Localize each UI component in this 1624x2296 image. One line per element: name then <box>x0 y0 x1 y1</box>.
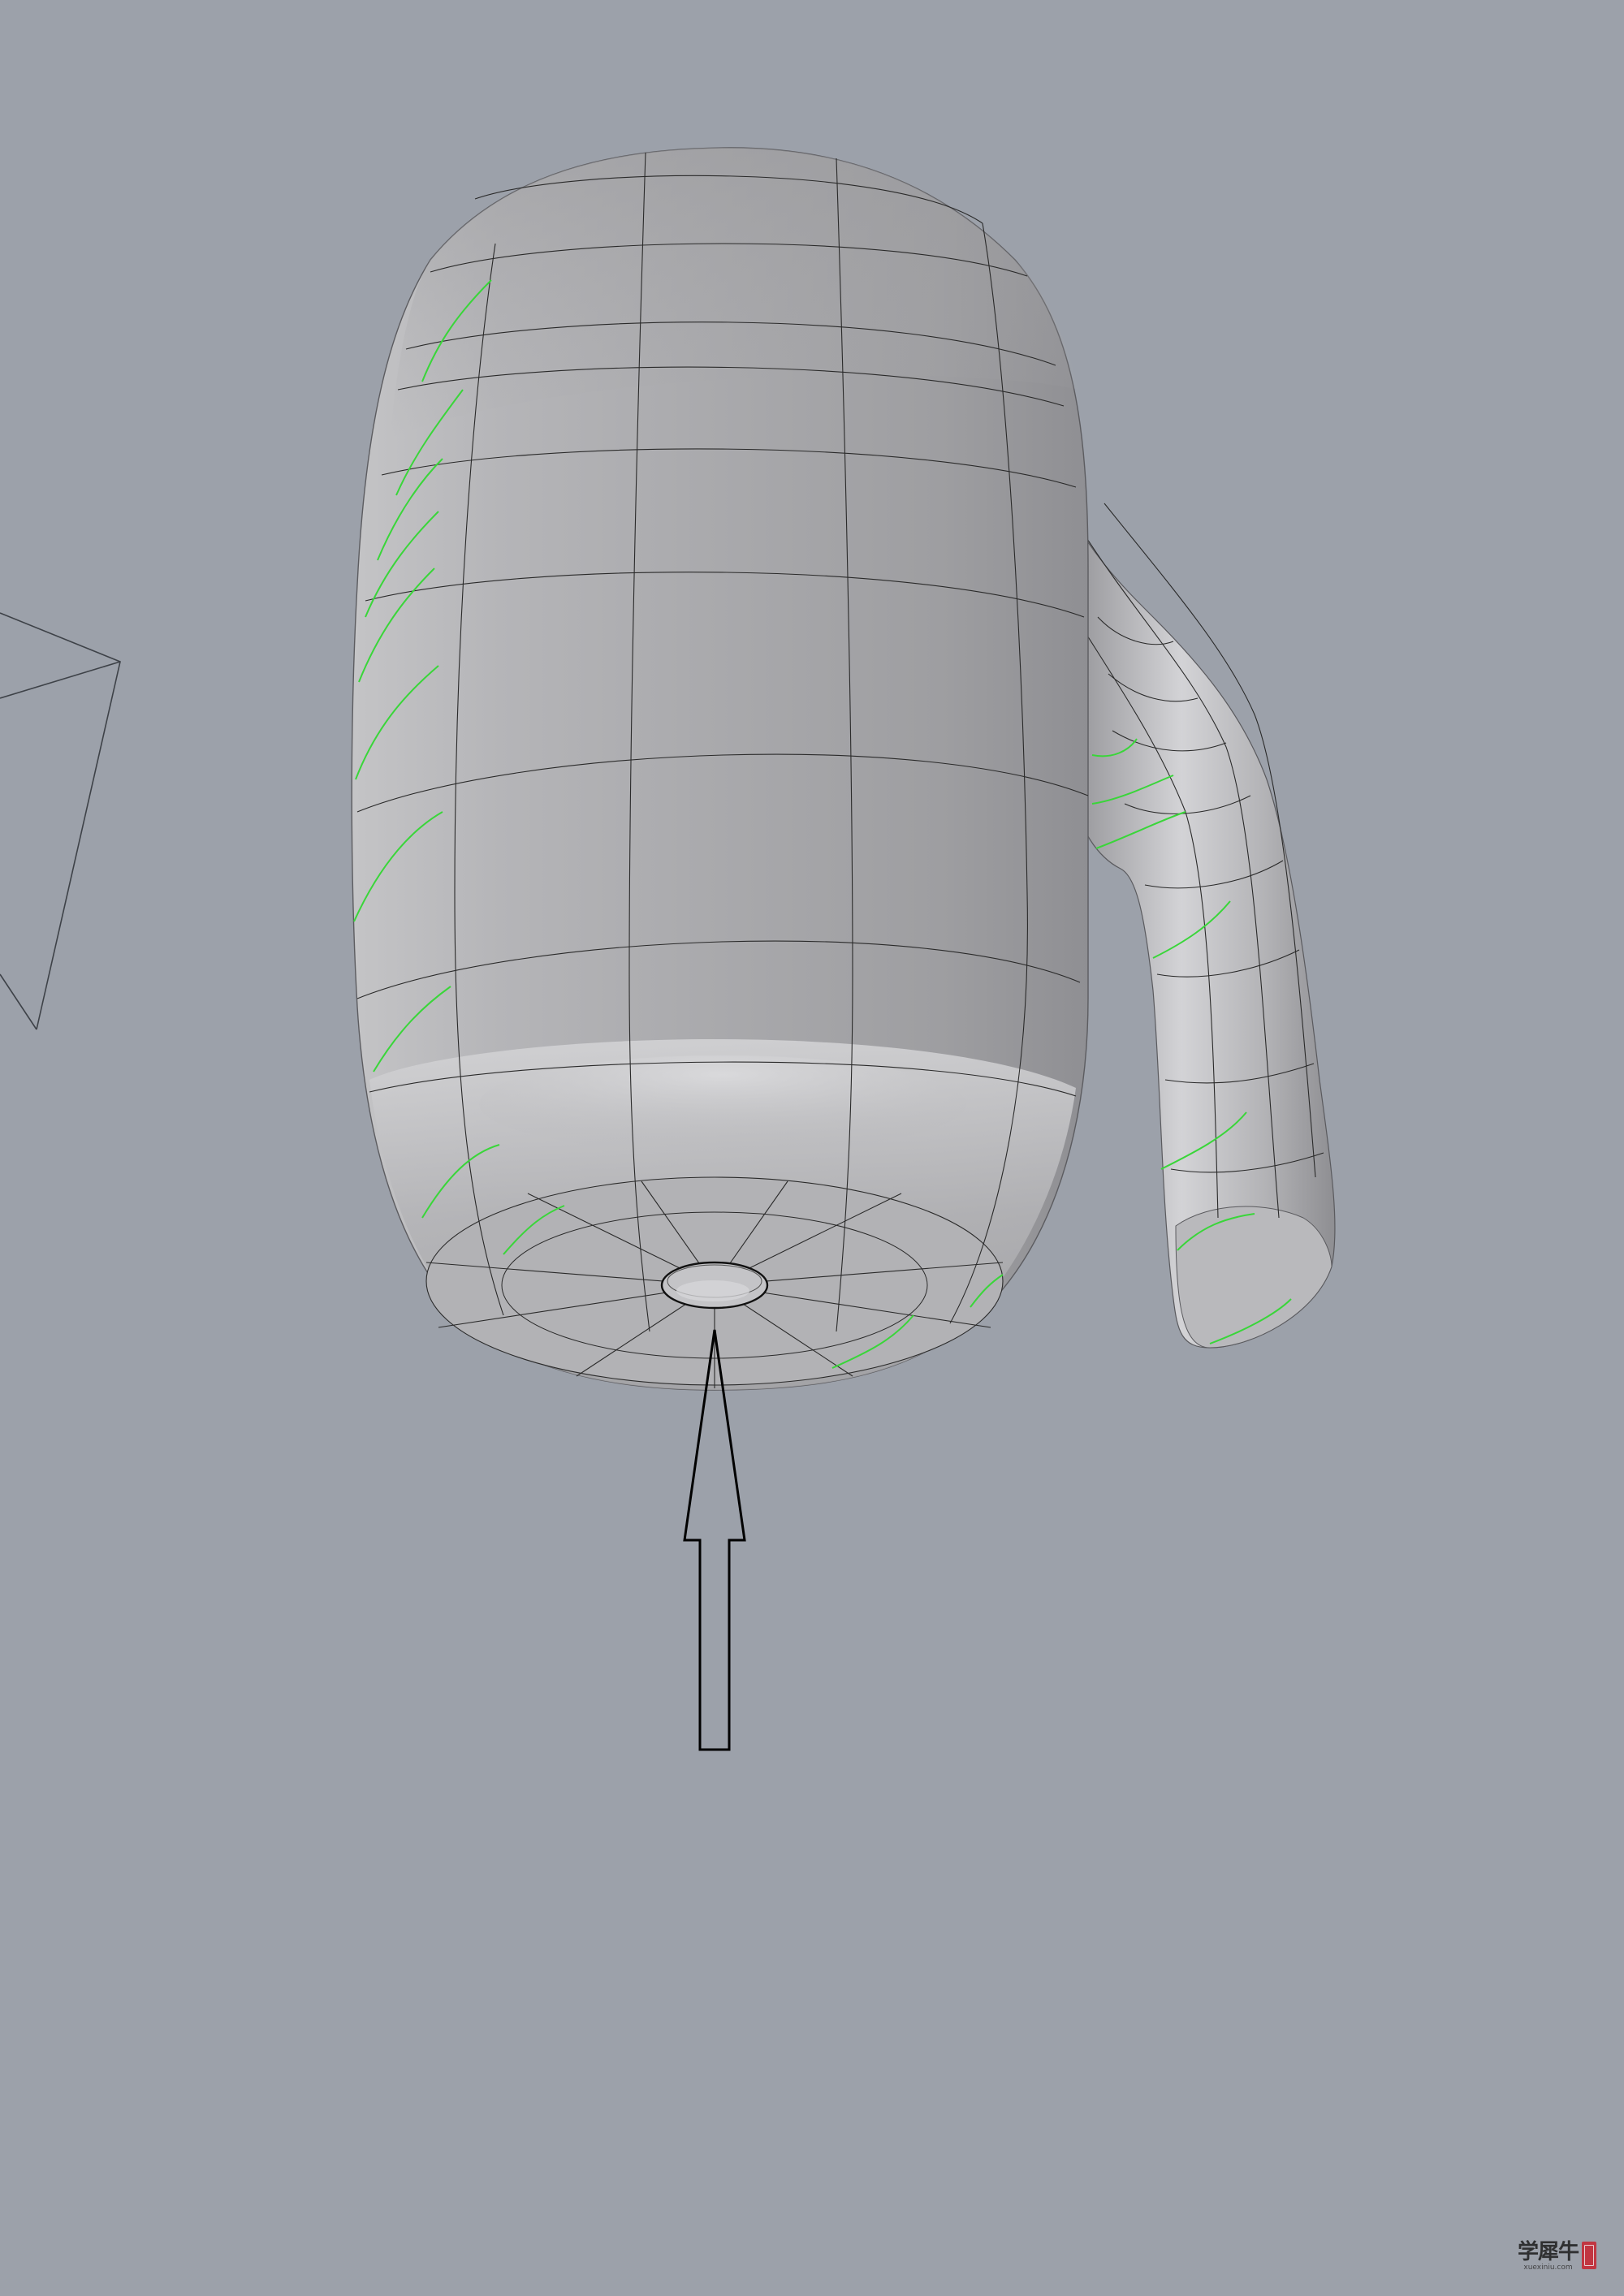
rhino-viewport[interactable]: 学犀牛 xuexiniu.com <box>0 0 1624 2296</box>
up-arrow-annotation <box>683 1329 746 1751</box>
watermark-seal-icon <box>1582 2242 1596 2269</box>
camera-frustum <box>0 612 121 1030</box>
bottom-hole[interactable] <box>660 1261 769 1310</box>
watermark: 学犀牛 xuexiniu.com <box>1518 2242 1596 2272</box>
viewport-canvas <box>0 147 1336 1751</box>
watermark-url: xuexiniu.com <box>1523 2264 1573 2272</box>
mug-body <box>351 147 1089 1391</box>
mug-handle <box>1055 486 1336 1349</box>
watermark-brand: 学犀牛 <box>1517 2240 1579 2264</box>
